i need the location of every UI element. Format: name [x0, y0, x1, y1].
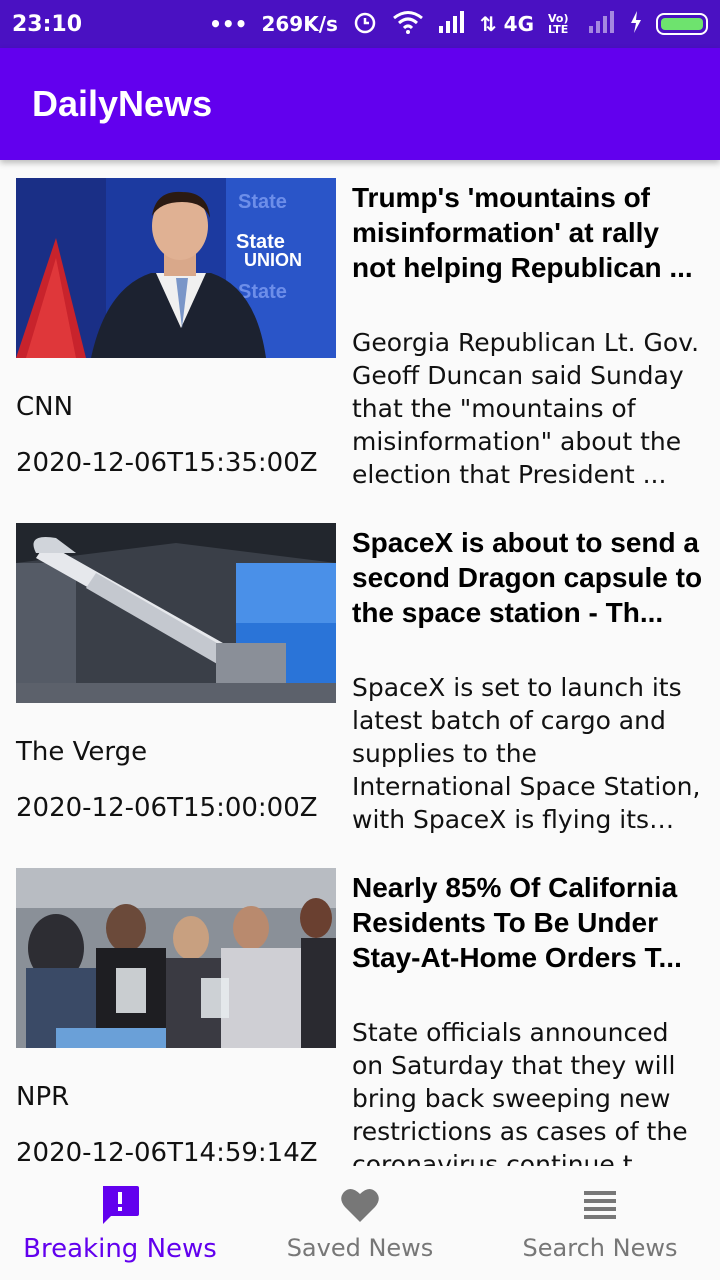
article-image [16, 523, 336, 703]
status-time: 23:10 [12, 11, 83, 37]
article-description: SpaceX is set to launch its latest batch… [352, 673, 701, 834]
article-text: Trump's 'mountains of misinformation' at… [352, 180, 704, 491]
charging-icon [630, 10, 642, 38]
status-icons: ••• 269K/s ⇅ 4G Vo) LTE [209, 9, 708, 40]
nav-label: Saved News [286, 1234, 434, 1262]
article-text: Nearly 85% Of California Residents To Be… [352, 870, 704, 1166]
svg-text:UNION: UNION [244, 250, 302, 270]
article-image [16, 868, 336, 1048]
alarm-icon [352, 9, 378, 40]
article-description: State officials announced on Saturday th… [352, 1018, 688, 1166]
alert-message-icon [103, 1186, 139, 1224]
article-source: The Verge [16, 737, 148, 767]
list-icon [584, 1191, 616, 1219]
volte-indicator: Vo) LTE [548, 12, 569, 36]
article-list[interactable]: State State State UNION CNN 2020-12-06T1… [0, 160, 720, 1166]
nav-search-news[interactable]: Search News [480, 1166, 720, 1280]
battery-icon [656, 13, 708, 35]
nav-breaking-news[interactable]: Breaking News [0, 1166, 240, 1280]
article-item[interactable]: NPR 2020-12-06T14:59:14Z Nearly 85% Of C… [0, 850, 720, 1166]
wifi-icon [392, 10, 424, 39]
article-item[interactable]: The Verge 2020-12-06T15:00:00Z SpaceX is… [0, 505, 720, 850]
article-description: Georgia Republican Lt. Gov. Geoff Duncan… [352, 328, 700, 489]
article-headline: Nearly 85% Of California Residents To Be… [352, 872, 682, 973]
nav-label: Breaking News [23, 1234, 217, 1264]
article-date: 2020-12-06T14:59:14Z [16, 1138, 318, 1166]
article-source: NPR [16, 1082, 70, 1112]
article-date: 2020-12-06T15:35:00Z [16, 448, 318, 478]
net-speed: 269K/s [261, 12, 338, 36]
svg-text:State: State [238, 191, 287, 213]
article-date: 2020-12-06T15:00:00Z [16, 793, 318, 823]
signal-icon [438, 10, 466, 38]
article-text: SpaceX is about to send a second Dragon … [352, 525, 704, 836]
signal-2-icon [588, 10, 616, 38]
bottom-navigation: Breaking News Saved News Search News [0, 1166, 720, 1280]
network-type: ⇅ 4G [479, 12, 534, 36]
article-item[interactable]: State State State UNION CNN 2020-12-06T1… [0, 160, 720, 505]
app-title: DailyNews [32, 83, 213, 124]
article-headline: Trump's 'mountains of misinformation' at… [352, 182, 693, 283]
article-image: State State State UNION [16, 178, 336, 358]
nav-label: Search News [522, 1234, 678, 1262]
heart-icon [341, 1188, 379, 1222]
nav-saved-news[interactable]: Saved News [240, 1166, 480, 1280]
app-bar: DailyNews [0, 48, 720, 160]
article-headline: SpaceX is about to send a second Dragon … [352, 527, 703, 628]
more-notifications-icon: ••• [209, 12, 248, 36]
status-bar: 23:10 ••• 269K/s ⇅ 4G Vo) LTE [0, 0, 720, 48]
article-source: CNN [16, 392, 74, 422]
